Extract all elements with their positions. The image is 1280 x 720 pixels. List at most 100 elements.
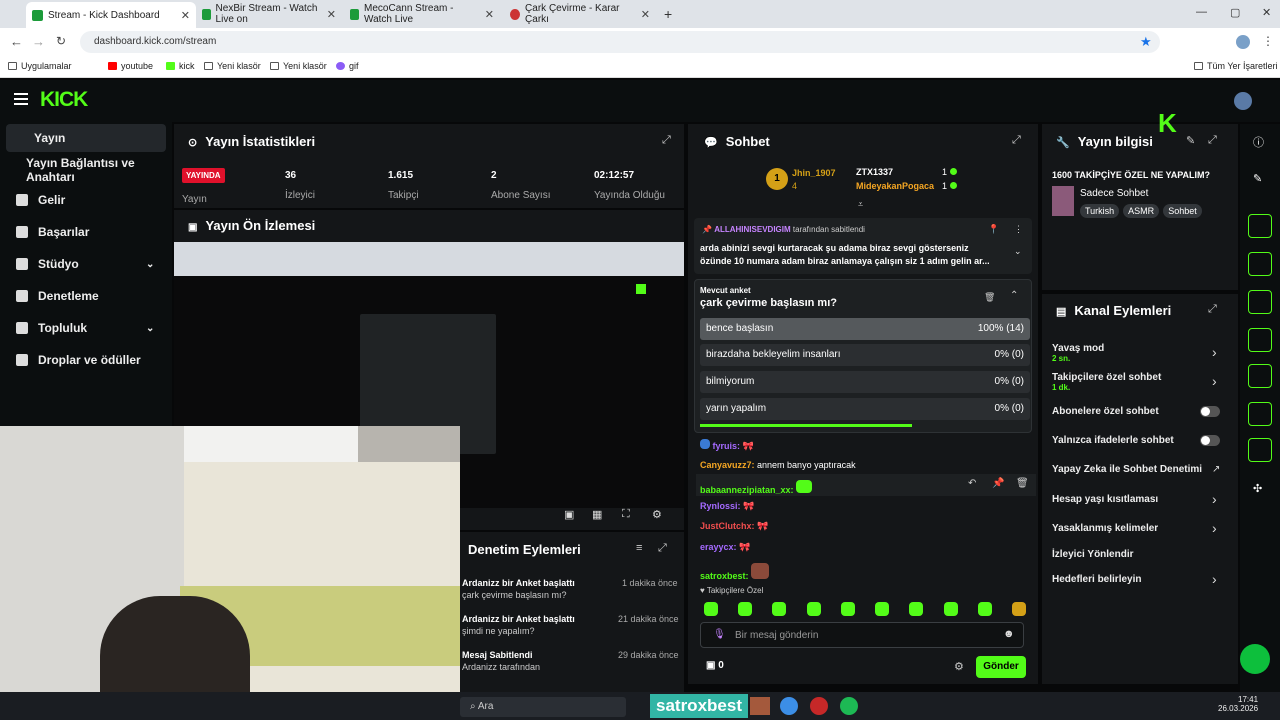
tab-cark-cevirme[interactable]: Çark Çevirme - Karar Çarkı ✕ [504,3,656,25]
settings-gear-icon[interactable]: ⚙ [652,508,662,521]
all-bookmarks[interactable]: Tüm Yer İşaretleri [1194,61,1278,71]
set-goals[interactable]: Hedefleri belirleyin [1052,574,1141,585]
taskbar-app-icon[interactable] [750,697,770,715]
emote-icon[interactable] [738,602,753,616]
unpin-icon[interactable]: 📍 [988,224,999,235]
kick-logo[interactable]: KICK [40,88,88,112]
category-thumbnail[interactable] [1052,186,1074,216]
sidebar-item-gelir[interactable]: Gelir [6,186,166,214]
filter-icon[interactable]: ≡ [636,542,642,554]
pencil-icon[interactable]: ✎ [1253,172,1262,185]
slow-mode[interactable]: Yavaş mod 2 sn. [1052,343,1104,363]
tag[interactable]: ASMR [1123,204,1160,218]
collapse-icon[interactable]: ⩡ [858,199,863,210]
emote-icon[interactable] [943,602,958,616]
points-counter[interactable]: ▣ 0 [706,660,724,671]
theater-icon[interactable]: ▦ [592,508,602,521]
external-link-icon[interactable]: ↗ [1212,464,1220,475]
poll-option[interactable]: bilmiyorum 0% (0) [700,371,1030,393]
banned-words[interactable]: Yasaklanmış kelimeler [1052,523,1158,534]
chevron-down-icon[interactable]: ⌄ [1014,246,1022,257]
expand-icon[interactable]: ⤢ [662,134,671,147]
fullscreen-icon[interactable]: ⛶ [622,508,630,521]
maximize-icon[interactable]: ▢ [1230,6,1240,19]
spotify-icon[interactable] [840,697,858,715]
chrome-icon[interactable] [780,697,798,715]
rail-tool-button[interactable] [1248,438,1272,462]
forward-icon[interactable]: → [32,34,45,49]
help-chat-button[interactable] [1240,644,1270,674]
mod-item[interactable]: Ardanizz bir Anket başlattı 21 dakika ön… [462,614,684,636]
emote-icon[interactable] [875,602,890,616]
rail-tool-button[interactable] [1248,252,1272,276]
close-tab-icon[interactable]: ✕ [641,8,650,21]
emote-icon[interactable] [840,602,855,616]
pin-icon[interactable]: 📌 [992,478,1004,489]
user-avatar[interactable] [1234,92,1252,110]
close-window-icon[interactable]: ✕ [1262,6,1271,19]
chat-settings-icon[interactable]: ⚙ [954,660,964,673]
chat-message[interactable]: fyruis: 🎀 [700,439,754,452]
sidebar-item-studyo[interactable]: Stüdyo ⌄ [6,250,166,278]
close-tab-icon[interactable]: ✕ [485,8,494,21]
rail-tool-button[interactable] [1248,328,1272,352]
bookmark-apps[interactable]: Uygulamalar [8,61,72,71]
sidebar-item-stream-key[interactable]: Yayın Bağlantısı ve Anahtarı [6,156,176,184]
ai-moderation[interactable]: Yapay Zeka ile Sohbet Denetimi [1052,464,1202,475]
emote-icon[interactable] [977,602,992,616]
tag[interactable]: Turkish [1080,204,1120,218]
chat-message[interactable]: JustClutchx: 🎀 [700,521,768,532]
sidebar-item-topluluk[interactable]: Topluluk ⌄ [6,314,166,342]
emote-icon[interactable] [772,602,787,616]
rail-tool-button[interactable] [1248,364,1272,388]
profile-avatar[interactable] [1236,35,1250,49]
bookmark-folder-1[interactable]: Yeni klasör [204,61,261,71]
sidebar-item-yayin[interactable]: Yayın [6,124,166,152]
hamburger-menu-icon[interactable] [14,93,28,105]
tab-kick-dashboard[interactable]: Stream - Kick Dashboard ✕ [26,2,196,28]
emote-icon[interactable] [909,602,924,616]
emote-icon[interactable] [1011,602,1026,616]
rail-tool-button[interactable] [1248,402,1272,426]
chevron-right-icon[interactable]: › [1212,571,1217,587]
more-tools-icon[interactable]: ✣ [1253,482,1262,495]
chat-message[interactable]: satroxbest: [700,563,770,581]
poll-option[interactable]: birazdaha bekleyelim insanları 0% (0) [700,344,1030,366]
mod-item[interactable]: Ardanizz bir Anket başlattı 1 dakika önc… [462,578,684,600]
chat-message[interactable]: babaannezipiatan_xx: [700,480,813,495]
expand-icon[interactable]: ⤢ [1208,134,1217,147]
reload-icon[interactable]: ↻ [56,34,66,48]
account-age[interactable]: Hesap yaşı kısıtlaması [1052,494,1158,505]
bookmark-gif[interactable]: gif [336,61,359,71]
emote-icon[interactable] [704,602,718,616]
bookmark-star-icon[interactable]: ★ [1140,34,1152,50]
tab-mecocann[interactable]: MecoCann Stream - Watch Live ✕ [344,3,500,25]
chevron-right-icon[interactable]: › [1212,520,1217,536]
send-button[interactable]: Gönder [976,656,1026,678]
chevron-right-icon[interactable]: › [1212,344,1217,360]
close-tab-icon[interactable]: ✕ [181,9,190,22]
rail-tool-button[interactable] [1248,290,1272,314]
chat-message[interactable]: Rynlossi: 🎀 [700,501,754,512]
more-icon[interactable]: ⋮ [1014,224,1023,235]
poll-option[interactable]: bence başlasın 100% (14) [700,318,1030,340]
bookmark-kick[interactable]: kick [166,61,195,71]
expand-icon[interactable]: ⤢ [1012,134,1021,147]
sidebar-item-droplar[interactable]: Droplar ve ödüller [6,346,166,374]
back-icon[interactable]: ← [10,34,23,49]
followers-only-chat[interactable]: Takipçilere özel sohbet 1 dk. [1052,372,1161,392]
taskbar-search[interactable]: ⌕ Ara [460,697,626,717]
edit-icon[interactable]: ✎ [1186,134,1195,147]
rail-tool-button[interactable] [1248,214,1272,238]
chevron-right-icon[interactable]: › [1212,491,1217,507]
emote-icon[interactable] [806,602,821,616]
sidebar-item-basarilar[interactable]: Başarılar [6,218,166,246]
url-input[interactable]: dashboard.kick.com/stream [80,31,1160,53]
chevron-right-icon[interactable]: › [1212,373,1217,389]
delete-poll-icon[interactable]: 🗑 [984,292,995,303]
pip-icon[interactable]: ▣ [564,508,574,521]
chat-message[interactable]: erayycx: 🎀 [700,542,750,553]
reply-icon[interactable]: ↶ [968,478,976,489]
pinned-message[interactable]: 📌 ALLAHINISEVDIGIM tarafından sabitlendi… [694,218,1032,274]
tag[interactable]: Sohbet [1163,204,1202,218]
